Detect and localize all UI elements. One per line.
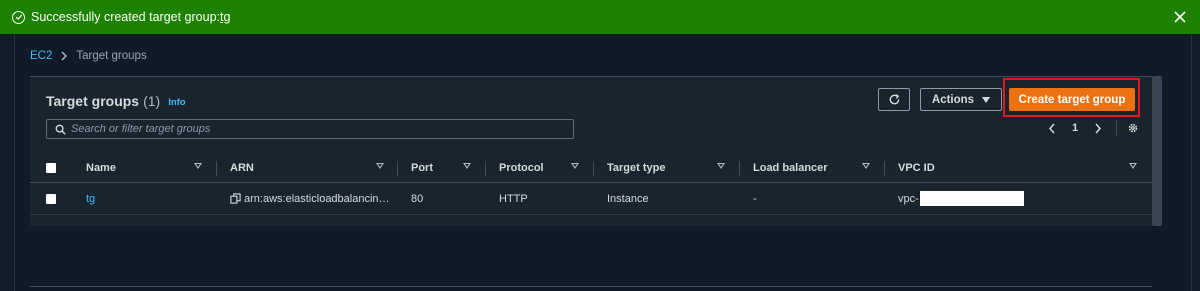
panel-count: (1) <box>143 93 161 109</box>
redacted-vpc-id <box>919 191 1024 206</box>
protocol-value: HTTP <box>499 192 528 205</box>
caret-down-icon <box>982 96 991 103</box>
load-balancer-value: - <box>753 192 757 205</box>
actions-button[interactable]: Actions <box>920 88 1002 111</box>
sort-icon[interactable] <box>194 163 202 169</box>
success-flash-banner: Successfully created target group: tg <box>0 0 1200 34</box>
divider <box>30 286 1152 287</box>
breadcrumb-ec2-link[interactable]: EC2 <box>30 50 52 62</box>
column-divider[interactable] <box>739 161 740 176</box>
column-header-name[interactable]: Name <box>86 153 116 182</box>
column-header-arn[interactable]: ARN <box>230 153 254 182</box>
select-all-checkbox[interactable] <box>46 153 56 182</box>
row-checkbox[interactable] <box>46 183 56 214</box>
column-divider[interactable] <box>593 161 594 176</box>
table-row[interactable]: tg arn:aws:elasticloadbalancin… 80 HTTP … <box>30 183 1152 215</box>
sort-icon[interactable] <box>717 163 725 169</box>
flash-message: Successfully created target group: <box>31 10 220 24</box>
column-header-target-type[interactable]: Target type <box>607 153 665 182</box>
breadcrumb: EC2 Target groups <box>30 50 147 62</box>
search-input[interactable] <box>71 123 551 135</box>
refresh-icon <box>889 94 899 105</box>
close-icon[interactable] <box>1172 9 1188 25</box>
vpc-id-value[interactable]: vpc- <box>898 193 919 205</box>
column-divider[interactable] <box>884 161 885 176</box>
refresh-button[interactable] <box>878 88 910 111</box>
column-header-protocol[interactable]: Protocol <box>499 153 544 182</box>
sort-icon[interactable] <box>1129 163 1137 169</box>
copy-icon[interactable] <box>230 193 241 204</box>
target-type-value: Instance <box>607 192 649 205</box>
flash-target-group-link[interactable]: tg <box>220 10 230 24</box>
actions-label: Actions <box>931 93 975 106</box>
port-value: 80 <box>411 192 424 205</box>
column-divider[interactable] <box>397 161 398 176</box>
panel-title-text: Target groups <box>46 93 140 109</box>
column-divider[interactable] <box>485 161 486 176</box>
chevron-right-icon[interactable] <box>1092 122 1104 134</box>
pager-divider <box>1116 120 1118 136</box>
sort-icon[interactable] <box>862 163 870 169</box>
create-target-group-button[interactable]: Create target group <box>1009 88 1135 111</box>
column-divider[interactable] <box>216 161 217 176</box>
chevron-left-icon[interactable] <box>1046 122 1058 134</box>
target-group-name-link[interactable]: tg <box>86 193 95 205</box>
column-header-vpc-id[interactable]: VPC ID <box>898 153 935 182</box>
search-box <box>46 119 574 139</box>
vertical-scrollbar[interactable] <box>1152 76 1162 226</box>
column-header-load-balancer[interactable]: Load balancer <box>753 153 828 182</box>
pagination: 1 <box>1046 120 1139 136</box>
arn-value: arn:aws:elasticloadbalancin… <box>244 192 390 205</box>
panel-title: Target groups (1) Info <box>46 93 186 109</box>
sort-icon[interactable] <box>571 163 579 169</box>
info-link[interactable]: Info <box>168 97 185 108</box>
sort-icon[interactable] <box>463 163 471 169</box>
breadcrumb-current: Target groups <box>76 50 147 62</box>
table-header: Name ARN Port Protocol Target type Load … <box>30 153 1152 183</box>
sort-icon[interactable] <box>376 163 384 169</box>
column-header-port[interactable]: Port <box>411 153 433 182</box>
page-number[interactable]: 1 <box>1072 122 1078 134</box>
target-groups-panel: Target groups (1) Info Actions Create targ… <box>30 76 1152 226</box>
chevron-right-icon <box>61 51 68 61</box>
check-circle-icon <box>12 10 25 24</box>
search-icon <box>55 124 66 135</box>
gear-icon[interactable] <box>1127 122 1139 134</box>
